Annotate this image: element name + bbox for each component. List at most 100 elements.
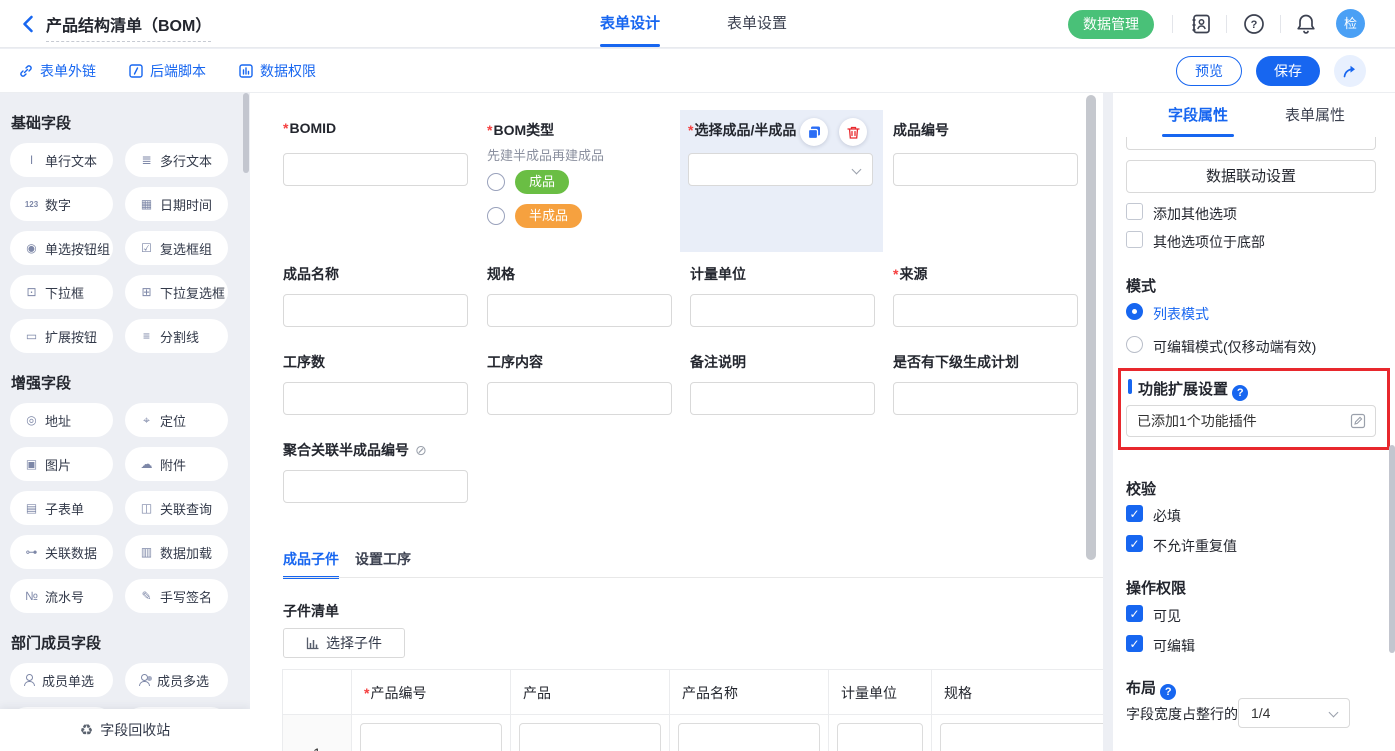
field-item-datetime[interactable]: ▦日期时间	[125, 187, 228, 221]
checkbox-label-required[interactable]: 必填	[1153, 506, 1181, 526]
preview-button[interactable]: 预览	[1176, 56, 1242, 86]
check-icon: ✓	[1129, 607, 1139, 621]
tab-finished-children[interactable]: 成品子件	[283, 545, 339, 577]
field-item-divider[interactable]: ≡分割线	[125, 319, 228, 353]
radio-editable-mode[interactable]	[1126, 336, 1143, 353]
process-content-input[interactable]	[487, 382, 672, 415]
tab-field-properties[interactable]: 字段属性	[1168, 93, 1228, 139]
save-button[interactable]: 保存	[1256, 56, 1320, 86]
spec-cell-input[interactable]	[940, 723, 1103, 751]
enhanced-fields-grid: ◎地址 ⌖定位 ▣图片 ☁附件 ▤子表单 ◫关联查询 ⊶关联数据 ▥数据加载 №…	[0, 403, 250, 613]
field-item-image[interactable]: ▣图片	[10, 447, 113, 481]
user-avatar[interactable]: 检	[1336, 9, 1365, 38]
data-manage-button[interactable]: 数据管理	[1068, 10, 1154, 39]
properties-panel: 字段属性 表单属性 数据联动设置 添加其他选项 其他选项位于底部 模式 列表模式…	[1113, 93, 1395, 751]
field-item-checkbox-group[interactable]: ☑复选框组	[125, 231, 228, 265]
canvas-scrollbar[interactable]	[1086, 95, 1096, 560]
field-item-radio-group[interactable]: ◉单选按钮组	[10, 231, 113, 265]
checkbox-editable[interactable]: ✓	[1126, 635, 1143, 652]
checkbox-other-option-bottom[interactable]	[1126, 231, 1143, 248]
field-item-extend-button[interactable]: ▭扩展按钮	[10, 319, 113, 353]
delete-field-icon[interactable]	[839, 118, 867, 146]
back-icon[interactable]	[18, 13, 40, 35]
has-sub-plan-input[interactable]	[893, 382, 1078, 415]
product-input[interactable]	[519, 723, 661, 751]
finished-name-input[interactable]	[283, 294, 468, 327]
help-circle-icon[interactable]: ?	[1160, 684, 1176, 700]
contact-book-icon[interactable]	[1189, 12, 1213, 36]
field-item-dropdown[interactable]: ⊡下拉框	[10, 275, 113, 309]
bomid-input[interactable]	[283, 153, 468, 186]
field-item-linked-query[interactable]: ◫关联查询	[125, 491, 228, 525]
field-item-address[interactable]: ◎地址	[10, 403, 113, 437]
field-item-multi-dropdown[interactable]: ⊞下拉复选框	[125, 275, 228, 309]
cell-product	[510, 714, 670, 751]
checkbox-label[interactable]: 其他选项位于底部	[1153, 232, 1265, 252]
recycle-icon: ♻	[80, 721, 93, 739]
bom-type-radio-finished[interactable]	[487, 173, 505, 191]
product-name-input[interactable]	[678, 723, 820, 751]
source-input[interactable]	[893, 294, 1078, 327]
backend-script-button[interactable]: 后端脚本	[128, 49, 206, 93]
hidden-field-icon: ⊘	[415, 442, 427, 458]
unit-input[interactable]	[690, 294, 875, 327]
process-count-input[interactable]	[283, 382, 468, 415]
select-product-dropdown[interactable]	[688, 153, 873, 186]
bell-icon[interactable]	[1294, 12, 1318, 36]
field-item-linked-data[interactable]: ⊶关联数据	[10, 535, 113, 569]
tab-form-design[interactable]: 表单设计	[600, 0, 660, 47]
edit-icon[interactable]	[1350, 413, 1366, 429]
field-item-data-load[interactable]: ▥数据加载	[125, 535, 228, 569]
field-item-attachment[interactable]: ☁附件	[125, 447, 228, 481]
field-label-remark: 备注说明	[690, 352, 746, 372]
aggregate-semi-code-input[interactable]	[283, 470, 468, 503]
tag-finished[interactable]: 成品	[515, 170, 569, 194]
product-code-input[interactable]	[360, 723, 502, 751]
external-link-button[interactable]: 表单外链	[18, 49, 96, 93]
radio-list-mode[interactable]	[1126, 303, 1143, 320]
checkbox-label-no-duplicate[interactable]: 不允许重复值	[1153, 536, 1237, 556]
radio-label-list-mode[interactable]: 列表模式	[1153, 304, 1209, 324]
share-icon[interactable]	[1334, 55, 1366, 87]
finished-code-input[interactable]	[893, 153, 1078, 186]
checkbox-label[interactable]: 添加其他选项	[1153, 204, 1237, 224]
select-children-button[interactable]: 选择子件	[283, 628, 405, 658]
copy-field-icon[interactable]	[800, 118, 828, 146]
truncated-input[interactable]	[1126, 137, 1376, 150]
field-item-location[interactable]: ⌖定位	[125, 403, 228, 437]
field-recycle-bin-button[interactable]: ♻ 字段回收站	[0, 709, 250, 751]
subtable-row-1: 1	[283, 715, 1103, 751]
checkbox-label-visible[interactable]: 可见	[1153, 606, 1181, 626]
panel-scrollbar[interactable]	[1389, 445, 1395, 653]
checkbox-visible[interactable]: ✓	[1126, 605, 1143, 622]
tab-form-settings[interactable]: 表单设置	[727, 0, 787, 47]
field-width-select[interactable]: 1/4	[1238, 698, 1350, 728]
field-item-signature[interactable]: ✎手写签名	[125, 579, 228, 613]
tab-form-properties[interactable]: 表单属性	[1285, 93, 1345, 139]
unit-cell-input[interactable]	[837, 723, 923, 751]
help-icon[interactable]: ?	[1242, 12, 1266, 36]
field-item-single-text[interactable]: I单行文本	[10, 143, 113, 177]
spec-input[interactable]	[487, 294, 672, 327]
tab-set-process[interactable]: 设置工序	[355, 545, 411, 577]
radio-label-editable-mode[interactable]: 可编辑模式(仅移动端有效)	[1153, 337, 1316, 357]
remark-input[interactable]	[690, 382, 875, 415]
field-item-number[interactable]: 123数字	[10, 187, 113, 221]
checkbox-add-other-option[interactable]	[1126, 203, 1143, 220]
checkbox-label-editable[interactable]: 可编辑	[1153, 636, 1195, 656]
sidebar-scrollbar[interactable]	[243, 93, 249, 173]
bom-type-radio-semi[interactable]	[487, 207, 505, 225]
field-item-subform[interactable]: ▤子表单	[10, 491, 113, 525]
data-linkage-button[interactable]: 数据联动设置	[1126, 160, 1376, 193]
data-permission-button[interactable]: 数据权限	[238, 49, 316, 93]
field-item-member-single[interactable]: 成员单选	[10, 663, 113, 697]
field-item-serial-number[interactable]: №流水号	[10, 579, 113, 613]
checkbox-required[interactable]: ✓	[1126, 505, 1143, 522]
tag-semi-finished[interactable]: 半成品	[515, 204, 582, 228]
field-item-multi-text[interactable]: ≣多行文本	[125, 143, 228, 177]
extension-plugin-field[interactable]: 已添加1个功能插件	[1126, 405, 1376, 437]
section-title-member-fields: 部门成员字段	[11, 632, 250, 653]
checkbox-no-duplicate[interactable]: ✓	[1126, 535, 1143, 552]
help-circle-icon[interactable]: ?	[1232, 385, 1248, 401]
field-item-member-multi[interactable]: 成员多选	[125, 663, 228, 697]
